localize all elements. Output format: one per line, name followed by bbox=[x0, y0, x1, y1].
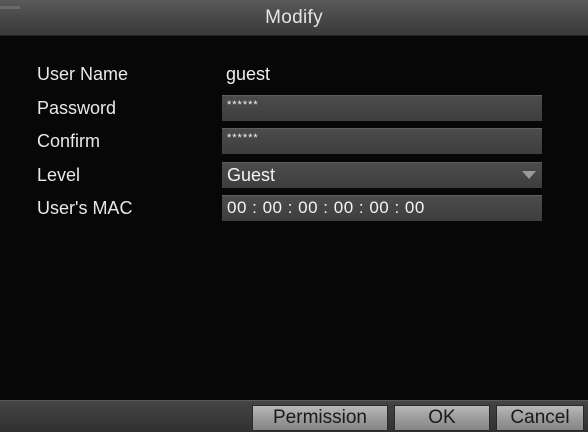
password-field[interactable]: ****** bbox=[222, 95, 542, 121]
confirm-label: Confirm bbox=[37, 131, 101, 151]
level-label: Level bbox=[37, 165, 81, 185]
level-select-value: Guest bbox=[227, 165, 276, 185]
dialog-titlebar: Modify bbox=[0, 0, 588, 36]
dialog-content: User Name guest Password ****** Confirm … bbox=[0, 36, 588, 400]
password-label: Password bbox=[37, 98, 117, 118]
chevron-down-icon[interactable] bbox=[522, 171, 536, 179]
confirm-password-field[interactable]: ****** bbox=[222, 128, 542, 154]
modify-user-dialog: Modify User Name guest Password ****** C… bbox=[0, 0, 588, 432]
ok-button[interactable]: OK bbox=[394, 405, 490, 431]
mac-label: User's MAC bbox=[37, 198, 133, 218]
cancel-button[interactable]: Cancel bbox=[496, 405, 584, 431]
mac-address-field[interactable]: 00 : 00 : 00 : 00 : 00 : 00 bbox=[222, 195, 542, 221]
titlebar-edge-decoration bbox=[0, 6, 20, 9]
dialog-title: Modify bbox=[265, 6, 323, 28]
permission-button[interactable]: Permission bbox=[252, 405, 388, 431]
user-name-label: User Name bbox=[37, 64, 129, 84]
dialog-footer: Permission OK Cancel bbox=[0, 400, 588, 432]
user-name-value: guest bbox=[226, 64, 271, 84]
level-select[interactable]: Guest bbox=[222, 162, 542, 188]
